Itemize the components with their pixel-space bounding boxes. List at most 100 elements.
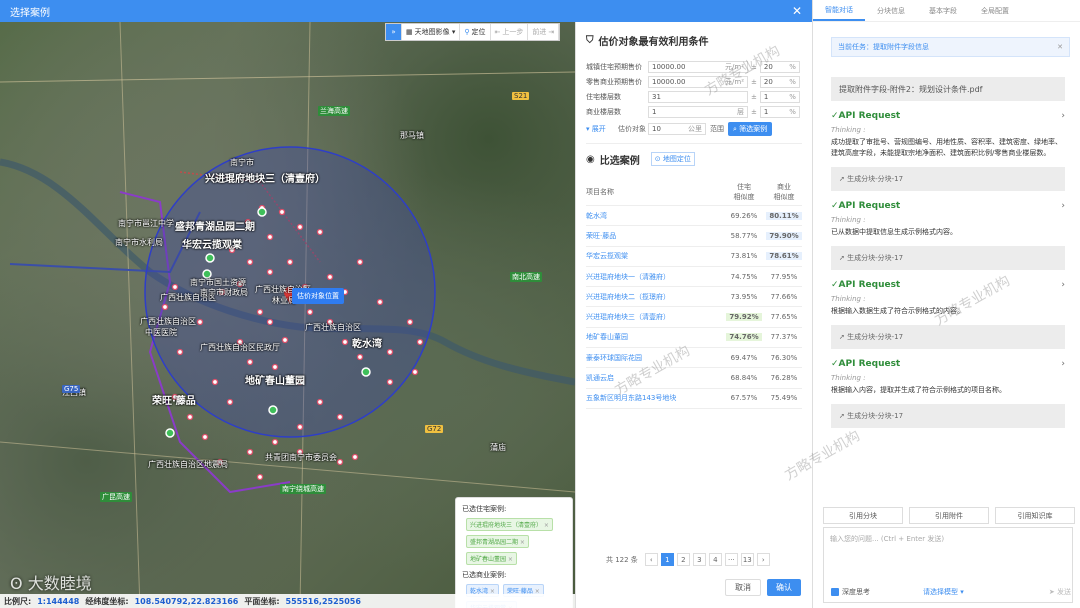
case-point[interactable]	[266, 268, 274, 276]
table-row[interactable]: 荣旺·藤品 58.77% 79.90%	[586, 226, 802, 247]
chevron-right-icon[interactable]: ›	[1061, 359, 1065, 369]
case-point[interactable]	[286, 258, 294, 266]
tab-item[interactable]: 智能对话	[813, 0, 865, 21]
tab-item[interactable]: 全局配置	[969, 0, 1021, 21]
map-label-district6[interactable]: 乾水湾	[352, 335, 382, 350]
case-point[interactable]	[266, 318, 274, 326]
case-point[interactable]	[246, 448, 254, 456]
case-point[interactable]	[171, 283, 179, 291]
case-point[interactable]	[406, 318, 414, 326]
table-row[interactable]: 五象新区明月东路143号地块 67.57% 75.49%	[586, 389, 802, 409]
selected-case-marker[interactable]	[268, 405, 278, 415]
tolerance-input[interactable]: 20%	[759, 75, 800, 88]
reference-button[interactable]: 引用知识库	[995, 507, 1075, 524]
case-point[interactable]	[226, 398, 234, 406]
case-point[interactable]	[271, 438, 279, 446]
reference-button[interactable]: 引用附件	[909, 507, 989, 524]
case-point[interactable]	[211, 378, 219, 386]
close-icon[interactable]: ✕	[792, 4, 802, 18]
range-input[interactable]: 10 公里	[648, 122, 706, 135]
back-button[interactable]: ⇤ 上一步	[491, 24, 529, 40]
case-point[interactable]	[246, 258, 254, 266]
chunk-block[interactable]: ➚ 生成分块-分块-17	[831, 325, 1065, 349]
tolerance-input[interactable]: 1%	[759, 90, 800, 103]
deep-think-checkbox[interactable]	[831, 588, 839, 596]
send-button[interactable]: ➤ 发送	[1049, 587, 1071, 597]
case-name-link[interactable]: 豪泰环球国际花园	[586, 353, 722, 363]
table-row[interactable]: 地矿春山董园 74.76% 77.37%	[586, 328, 802, 349]
map-view[interactable]: 兴进琨府地块三（清壹府） 盛邦青湖品园二期 华宏云揽观棠 地矿春山董园 荣旺·藤…	[0, 22, 575, 608]
confirm-button[interactable]: 确认	[767, 579, 801, 596]
case-name-link[interactable]: 五象新区明月东路143号地块	[586, 393, 722, 403]
case-name-link[interactable]: 兴进琨府地块二（揽璟府）	[586, 292, 722, 302]
prev-page-icon[interactable]: ‹	[644, 553, 658, 566]
expand-toggle[interactable]: ▾ 展开	[586, 124, 618, 134]
page-button[interactable]: 13	[740, 553, 754, 566]
selected-case-marker[interactable]	[205, 253, 215, 263]
chunk-block[interactable]: ➚ 生成分块-分块-17	[831, 167, 1065, 191]
case-point[interactable]	[416, 338, 424, 346]
case-point[interactable]	[386, 348, 394, 356]
case-point[interactable]	[341, 338, 349, 346]
case-point[interactable]	[356, 353, 364, 361]
locate-button[interactable]: ⚲ 定位	[460, 24, 491, 40]
map-label-district2[interactable]: 盛邦青湖品园二期	[175, 218, 255, 233]
case-point[interactable]	[278, 208, 286, 216]
selected-res-tag[interactable]: 兴进琨府地块三（清壹府）	[466, 518, 553, 531]
map-label-district1[interactable]: 兴进琨府地块三（清壹府）	[205, 170, 325, 185]
model-select[interactable]: 请选择模型 ▾	[923, 587, 964, 597]
table-row[interactable]: 兴进琨府地块二（揽璟府） 73.95% 77.66%	[586, 287, 802, 308]
condition-value-input[interactable]: 1层	[648, 105, 748, 118]
table-row[interactable]: 华宏云揽观棠 73.81% 78.61%	[586, 247, 802, 267]
filter-cases-button[interactable]: ⌕ 筛选案例	[728, 121, 773, 136]
table-row[interactable]: 兴进琨府地块一（清雅府） 74.75% 77.95%	[586, 267, 802, 288]
case-point[interactable]	[281, 336, 289, 344]
case-point[interactable]	[161, 303, 169, 311]
condition-value-input[interactable]: 10000.00 元/m²	[648, 60, 748, 73]
expand-icon[interactable]: »	[386, 24, 402, 40]
case-point[interactable]	[316, 228, 324, 236]
case-point[interactable]	[411, 368, 419, 376]
next-page-icon[interactable]: ›	[756, 553, 770, 566]
table-row[interactable]: 凯通云启 68.84% 76.28%	[586, 368, 802, 389]
table-row[interactable]: 兴进琨府地块三（清壹府） 79.92% 77.65%	[586, 307, 802, 328]
case-name-link[interactable]: 华宏云揽观棠	[586, 251, 722, 261]
page-button[interactable]: 2	[676, 553, 690, 566]
case-point[interactable]	[306, 308, 314, 316]
case-point[interactable]	[271, 363, 279, 371]
next-button[interactable]: 前进 ⇥	[528, 24, 560, 40]
chevron-right-icon[interactable]: ›	[1061, 111, 1065, 121]
tab-item[interactable]: 分块信息	[865, 0, 917, 21]
map-label-district4[interactable]: 地矿春山董园	[245, 372, 305, 387]
page-button[interactable]: 4	[708, 553, 722, 566]
case-point[interactable]	[256, 308, 264, 316]
case-point[interactable]	[186, 413, 194, 421]
tolerance-input[interactable]: 1%	[759, 105, 800, 118]
case-name-link[interactable]: 兴进琨府地块三（清壹府）	[586, 312, 722, 322]
tab-item[interactable]: 基本字段	[917, 0, 969, 21]
case-point[interactable]	[176, 348, 184, 356]
reference-button[interactable]: 引用分块	[823, 507, 903, 524]
col-com[interactable]: 商业 相似度	[766, 182, 802, 202]
chevron-right-icon[interactable]: ›	[1061, 280, 1065, 290]
selected-case-marker[interactable]	[257, 207, 267, 217]
case-point[interactable]	[316, 398, 324, 406]
selected-case-marker[interactable]	[165, 428, 175, 438]
case-point[interactable]	[196, 318, 204, 326]
case-point[interactable]	[296, 223, 304, 231]
case-point[interactable]	[336, 413, 344, 421]
layer-select[interactable]: ▦ 天地图影像 ▾	[402, 24, 461, 40]
case-point[interactable]	[356, 258, 364, 266]
map-label-district3[interactable]: 华宏云揽观棠	[182, 236, 242, 251]
case-name-link[interactable]: 乾水湾	[586, 211, 722, 221]
condition-value-input[interactable]: 10000.00 元/m²	[648, 75, 748, 88]
page-button[interactable]: 3	[692, 553, 706, 566]
case-point[interactable]	[201, 433, 209, 441]
condition-value-input[interactable]: 31	[648, 90, 748, 103]
page-button[interactable]: ···	[724, 553, 738, 566]
selected-case-marker[interactable]	[361, 367, 371, 377]
case-name-link[interactable]: 凯通云启	[586, 373, 722, 383]
case-point[interactable]	[256, 473, 264, 481]
api-request-title[interactable]: ✓ API Request ›	[831, 280, 1065, 290]
chevron-right-icon[interactable]: ›	[1061, 201, 1065, 211]
